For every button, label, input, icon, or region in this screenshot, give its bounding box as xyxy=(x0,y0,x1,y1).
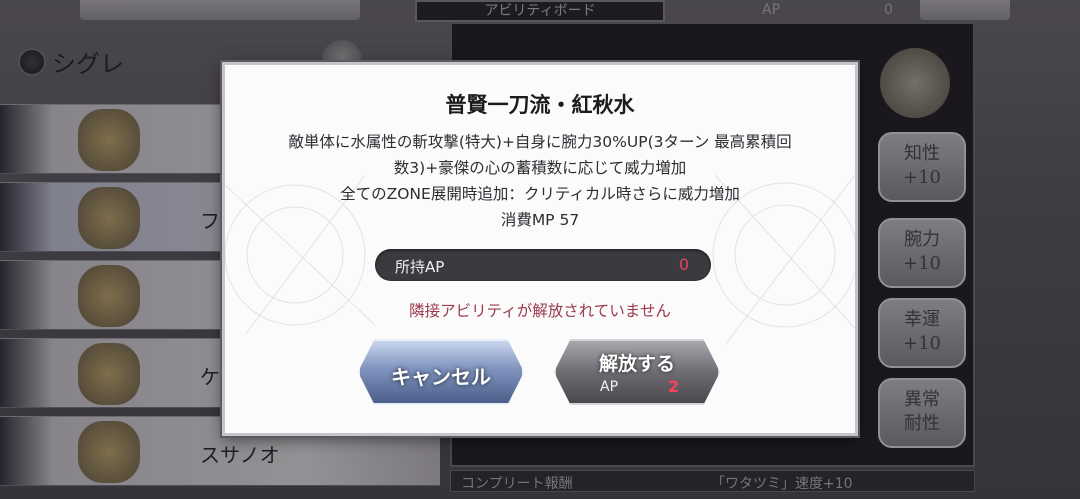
skill-description-line: 数3)+豪傑の心の蓄積数に応じて威力増加 xyxy=(393,159,687,177)
cancel-button-label: キャンセル xyxy=(391,365,491,389)
skill-description: 敵単体に水属性の斬攻撃(特大)+自身に腕力30%UP(3ターン 最高累積回 数3… xyxy=(255,129,825,233)
release-button[interactable]: 解放する AP 2 xyxy=(554,339,720,405)
skill-description-line: 全てのZONE展開時追加：クリティカル時さらに威力増加 xyxy=(340,185,740,203)
owned-ap-label: 所持AP xyxy=(395,258,445,276)
skill-mp-cost: 消費MP 57 xyxy=(500,211,580,229)
skill-title: 普賢一刀流・紅秋水 xyxy=(445,92,635,117)
skill-description-line: 敵単体に水属性の斬攻撃(特大)+自身に腕力30%UP(3ターン 最高累積回 xyxy=(288,133,792,151)
release-cost-label: AP xyxy=(600,379,619,395)
locked-warning: 隣接アビリティが解放されていません xyxy=(409,302,671,320)
owned-ap-value: 0 xyxy=(678,255,689,274)
release-button-label: 解放する xyxy=(598,353,675,375)
owned-ap-bar: 所持AP 0 xyxy=(375,249,711,281)
cancel-button[interactable]: キャンセル xyxy=(358,339,524,405)
release-cost-value: 2 xyxy=(668,377,680,396)
ability-release-dialog: 普賢一刀流・紅秋水 敵単体に水属性の斬攻撃(特大)+自身に腕力30%UP(3ター… xyxy=(222,62,858,436)
